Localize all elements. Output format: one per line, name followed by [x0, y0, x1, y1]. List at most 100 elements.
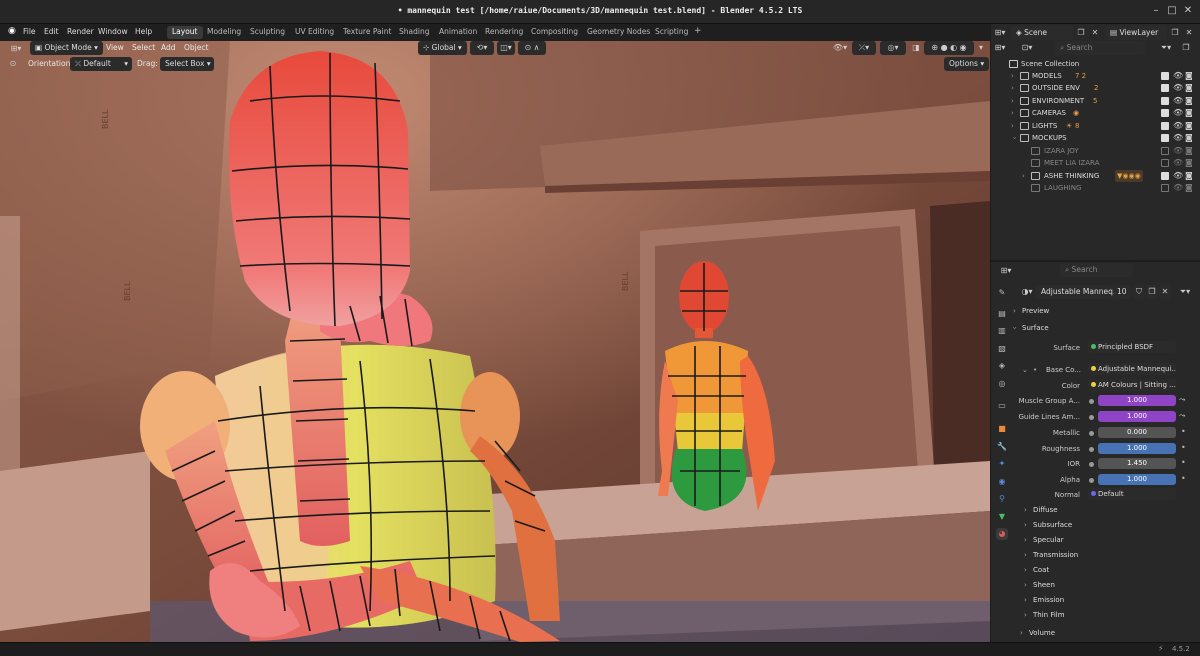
filter-icon[interactable]: ⏷▾ [1157, 41, 1175, 55]
value-slider[interactable]: 1.000 [1098, 443, 1176, 454]
collapse-icon[interactable]: › [1008, 137, 1020, 140]
outliner-row-laughing[interactable]: LAUGHING 👁 ◙ [991, 182, 1200, 194]
outliner-search-input[interactable]: ⌕ Search [1055, 41, 1145, 55]
tool-icon[interactable]: ⊙ [6, 57, 20, 71]
outliner-row-lights[interactable]: › LIGHTS ☀ 8 👁 ◙ [991, 120, 1200, 132]
render-camera-icon[interactable]: ◙ [1185, 182, 1193, 194]
orientation-dropdown[interactable]: ⤫ Default ▾ [70, 57, 132, 71]
eye-icon[interactable]: 👁 [1173, 132, 1183, 144]
value-socket-icon[interactable] [1089, 431, 1094, 436]
outliner-display-icon[interactable]: ⊞▾ [991, 41, 1009, 55]
visibility-icon[interactable]: 👁▾ [830, 41, 850, 55]
render-camera-icon[interactable]: ◙ [1185, 120, 1193, 132]
close-icon[interactable]: ✕ [1182, 5, 1194, 17]
outliner-row-izara-joy[interactable]: IZARA JOY 👁 ◙ [991, 145, 1200, 157]
unlink-material-icon[interactable]: ✕ [1159, 285, 1171, 299]
value-socket-icon[interactable] [1089, 478, 1094, 483]
section-preview[interactable]: › Preview [1013, 307, 1049, 315]
tab-compositing[interactable]: Compositing [526, 26, 583, 39]
shading-modes[interactable]: ⊕ ● ◐ ◉ [924, 41, 974, 55]
outliner-root[interactable]: Scene Collection [991, 58, 1200, 70]
tab-sculpting[interactable]: Sculpting [245, 26, 290, 39]
viewport-menu-object[interactable]: Object [184, 42, 208, 54]
tab-rendering[interactable]: Rendering [480, 26, 528, 39]
value-socket-icon[interactable] [1089, 462, 1094, 467]
material-name-field[interactable]: Adjustable Manneq... [1036, 285, 1114, 299]
outliner-row-cameras[interactable]: › CAMERAS ◉ 👁 ◙ [991, 107, 1200, 119]
proportional-edit-icon[interactable]: ⊙ ∧ [518, 41, 546, 55]
expand-icon[interactable]: › [1011, 107, 1014, 119]
material-filter-icon[interactable]: ⏷▾ [1176, 285, 1194, 299]
scene-tab-icon[interactable]: ◈ [996, 360, 1008, 372]
exclude-checkbox[interactable] [1161, 72, 1169, 80]
editor-type-icon[interactable]: ⊞▾ [6, 42, 26, 56]
exclude-checkbox[interactable] [1161, 84, 1169, 92]
outliner-row-mockups[interactable]: › MOCKUPS 👁 ◙ [991, 132, 1200, 144]
tab-uv-editing[interactable]: UV Editing [290, 26, 339, 39]
tab-shading[interactable]: Shading [394, 26, 434, 39]
fake-user-icon[interactable]: ⛉ [1133, 285, 1145, 299]
material-tab-icon[interactable]: ◕ [996, 528, 1008, 540]
section-transmission[interactable]: › Transmission [1024, 551, 1078, 559]
section-coat[interactable]: › Coat [1024, 566, 1049, 574]
tab-scripting[interactable]: Scripting [650, 26, 693, 39]
user-count[interactable]: 10 [1114, 285, 1132, 299]
viewport-menu-view[interactable]: View [106, 42, 124, 54]
keyframe-dot-icon[interactable]: • [1181, 474, 1186, 483]
exclude-checkbox[interactable] [1161, 184, 1169, 192]
render-camera-icon[interactable]: ◙ [1185, 170, 1193, 182]
tab-animation[interactable]: Animation [434, 26, 482, 39]
eye-icon[interactable]: 👁 [1173, 82, 1183, 94]
mode-dropdown[interactable]: ▣ Object Mode ▾ [30, 41, 103, 55]
viewport-menu-select[interactable]: Select [132, 42, 155, 54]
outliner-row-outside-env[interactable]: › OUTSIDE ENV 2 👁 ◙ [991, 82, 1200, 94]
render-camera-icon[interactable]: ◙ [1185, 145, 1193, 157]
expand-icon[interactable]: › [1011, 70, 1014, 82]
surface-shader-field[interactable]: Principled BSDF [1088, 341, 1176, 353]
menu-window[interactable]: Window [98, 27, 128, 36]
driver-icon[interactable]: ⤳ [1179, 411, 1185, 421]
value-socket-icon[interactable] [1089, 447, 1094, 452]
render-camera-icon[interactable]: ◙ [1185, 95, 1193, 107]
drag-dropdown[interactable]: Select Box ▾ [160, 57, 214, 71]
new-collection-icon[interactable]: ❐ [1179, 41, 1193, 55]
tab-texture-paint[interactable]: Texture Paint [338, 26, 396, 39]
driver-icon[interactable]: ⤳ [1179, 395, 1185, 405]
menu-render[interactable]: Render [67, 27, 94, 36]
eye-icon[interactable]: 👁 [1173, 170, 1183, 182]
exclude-checkbox[interactable] [1161, 147, 1169, 155]
section-diffuse[interactable]: › Diffuse [1024, 506, 1058, 514]
exclude-checkbox[interactable] [1161, 159, 1169, 167]
outliner-row-environment[interactable]: › ENVIRONMENT 5 👁 ◙ [991, 95, 1200, 107]
new-scene-icon[interactable]: ❐ [1075, 26, 1087, 40]
keyframe-dot-icon[interactable]: • [1181, 458, 1186, 467]
properties-editor-icon[interactable]: ⊞▾ [996, 264, 1016, 278]
delete-viewlayer-icon[interactable]: ✕ [1183, 26, 1195, 40]
exclude-checkbox[interactable] [1161, 172, 1169, 180]
eye-icon[interactable]: 👁 [1173, 157, 1183, 169]
section-specular[interactable]: › Specular [1024, 536, 1064, 544]
snap-icon[interactable]: ◫▾ [497, 41, 515, 55]
exclude-checkbox[interactable] [1161, 134, 1169, 142]
eye-icon[interactable]: 👁 [1173, 107, 1183, 119]
shading-options-icon[interactable]: ▾ [975, 41, 987, 55]
3d-viewport[interactable]: BELL BELL BELL ⊞▾ ▣ Object Mode ▾ View S… [0, 41, 990, 642]
outliner-editor-icon[interactable]: ⊞▾ [991, 26, 1009, 40]
render-camera-icon[interactable]: ◙ [1185, 70, 1193, 82]
render-camera-icon[interactable]: ◙ [1185, 157, 1193, 169]
keyframe-dot-icon[interactable]: • [1181, 427, 1186, 436]
eye-icon[interactable]: 👁 [1173, 182, 1183, 194]
value-socket-icon[interactable] [1089, 399, 1094, 404]
color-field[interactable]: AM Colours | Sitting ... [1088, 379, 1176, 391]
filter-toggle-icon[interactable]: ⊡▾ [1019, 41, 1035, 55]
menu-edit[interactable]: Edit [44, 27, 59, 36]
eye-icon[interactable]: 👁 [1173, 145, 1183, 157]
expand-icon[interactable]: › [1011, 82, 1014, 94]
tab-layout[interactable]: Layout [167, 26, 203, 39]
add-workspace-button[interactable]: + [689, 25, 707, 38]
overlay-icon[interactable]: ◎▾ [880, 41, 906, 55]
eye-icon[interactable]: 👁 [1173, 95, 1183, 107]
section-thin-film[interactable]: › Thin Film [1024, 611, 1065, 619]
value-slider[interactable]: 1.450 [1098, 458, 1176, 469]
render-camera-icon[interactable]: ◙ [1185, 82, 1193, 94]
